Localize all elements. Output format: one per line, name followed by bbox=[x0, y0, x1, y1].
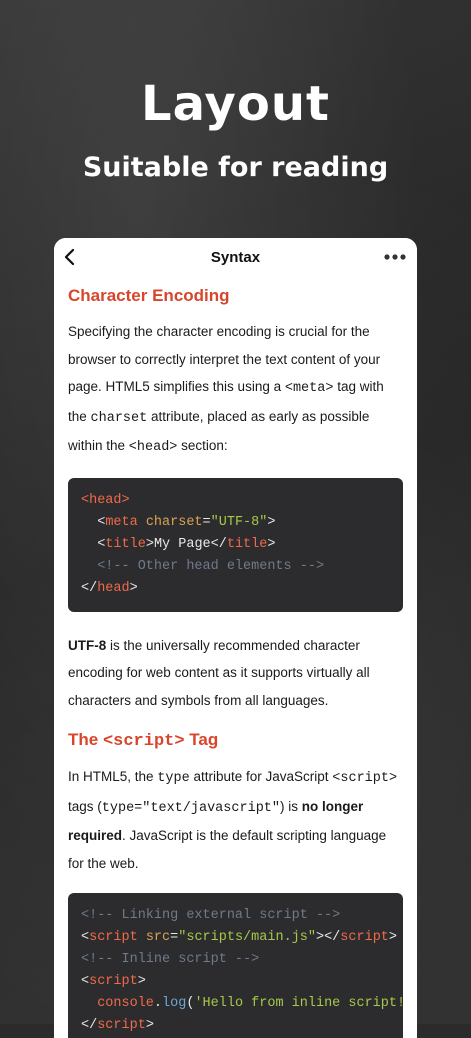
code-line: console.log('Hello from inline script! bbox=[81, 996, 405, 1011]
code-token: src bbox=[145, 930, 171, 945]
more-horizontal-icon[interactable] bbox=[383, 248, 407, 266]
paragraph-character-encoding: Specifying the character encoding is cru… bbox=[68, 318, 403, 462]
code-line: <meta charset="UTF-8"> bbox=[81, 515, 275, 530]
hero-subtitle: Suitable for reading bbox=[82, 152, 389, 183]
code-line: <script src="scripts/main.js"></script> bbox=[81, 930, 397, 945]
section-heading-character-encoding: Character Encoding bbox=[68, 286, 230, 305]
text-span: section: bbox=[177, 438, 228, 453]
inline-code: type bbox=[157, 771, 190, 786]
code-line: <!-- Inline script --> bbox=[81, 952, 259, 967]
code-line: </head> bbox=[81, 581, 138, 596]
heading-text: The bbox=[68, 730, 103, 749]
code-token: script bbox=[340, 930, 389, 945]
code-token: console bbox=[97, 996, 154, 1011]
code-token: ></ bbox=[315, 930, 341, 945]
code-line: <title>My Page</title> bbox=[81, 537, 275, 552]
code-token: meta bbox=[105, 514, 138, 530]
code-token: </ bbox=[81, 580, 98, 596]
code-token: > bbox=[121, 492, 130, 508]
code-comment: <!-- Inline script --> bbox=[81, 952, 260, 967]
code-token: > bbox=[267, 514, 276, 530]
code-token: > bbox=[129, 580, 138, 596]
code-token: > bbox=[145, 1018, 154, 1033]
code-token: . bbox=[153, 996, 163, 1011]
inline-code: <meta> bbox=[284, 381, 334, 396]
code-token: head bbox=[89, 492, 122, 508]
code-token: = bbox=[202, 514, 211, 530]
code-token: </ bbox=[210, 536, 227, 552]
inline-code: type="text/javascript" bbox=[101, 800, 280, 816]
text-span: attribute for JavaScript bbox=[189, 769, 333, 784]
text-span: tags ( bbox=[68, 798, 102, 814]
code-token: < bbox=[81, 492, 90, 508]
phone-screen: Syntax Character Encoding Specifying the… bbox=[54, 238, 417, 1038]
code-block-script: <!-- Linking external script --> <script… bbox=[68, 893, 405, 1038]
code-line: <!-- Other head elements --> bbox=[81, 559, 324, 574]
inline-code: charset bbox=[90, 410, 148, 426]
article-content: Character Encoding Specifying the charac… bbox=[68, 276, 405, 1038]
paragraph-utf8: UTF-8 is the universally recommended cha… bbox=[68, 632, 403, 715]
code-line: <head> bbox=[81, 493, 130, 508]
code-token: My Page bbox=[153, 536, 211, 552]
code-token: </ bbox=[81, 1018, 98, 1033]
inline-code: <script> bbox=[332, 771, 398, 786]
code-line: </script> bbox=[81, 1018, 154, 1033]
text-span: is the universally recommended character… bbox=[68, 637, 370, 708]
code-token: script bbox=[89, 974, 138, 989]
code-token: charset bbox=[145, 514, 203, 530]
section-heading-script-tag: The <script> Tag bbox=[68, 730, 403, 751]
code-line: <script> bbox=[81, 974, 146, 989]
code-token: script bbox=[97, 1018, 146, 1033]
code-token: title bbox=[226, 536, 268, 552]
code-comment: <!-- Other head elements --> bbox=[97, 558, 325, 574]
code-token: < bbox=[81, 974, 90, 989]
code-token: > bbox=[145, 536, 154, 552]
code-token: < bbox=[81, 930, 90, 945]
code-token: > bbox=[388, 930, 398, 945]
code-token: > bbox=[137, 974, 146, 989]
code-token: head bbox=[97, 580, 130, 596]
code-block-head: <head> <meta charset="UTF-8"> <title>My … bbox=[68, 477, 403, 612]
navigation-bar: Syntax bbox=[54, 238, 417, 276]
hero-title: Layout bbox=[141, 76, 330, 132]
code-token: "scripts/main.js" bbox=[178, 930, 316, 945]
code-token: title bbox=[105, 536, 146, 552]
paragraph-script-tag: In HTML5, the type attribute for JavaScr… bbox=[68, 763, 403, 877]
heading-text: Tag bbox=[184, 730, 219, 749]
code-token: log bbox=[162, 996, 187, 1011]
code-token: 'Hello from inline script! bbox=[194, 996, 406, 1011]
code-token: script bbox=[89, 930, 138, 945]
text-span: In HTML5, the bbox=[68, 769, 158, 784]
text-span: ) is bbox=[280, 798, 302, 814]
page-title: Syntax bbox=[210, 249, 261, 266]
code-line: <!-- Linking external script --> bbox=[81, 908, 340, 923]
code-comment: <!-- Linking external script --> bbox=[81, 908, 341, 923]
code-token: > bbox=[267, 536, 276, 552]
inline-code: <head> bbox=[128, 440, 178, 455]
heading-code: <script> bbox=[102, 732, 185, 751]
bold-text: UTF-8 bbox=[68, 637, 107, 653]
code-token: "UTF-8" bbox=[210, 514, 268, 530]
